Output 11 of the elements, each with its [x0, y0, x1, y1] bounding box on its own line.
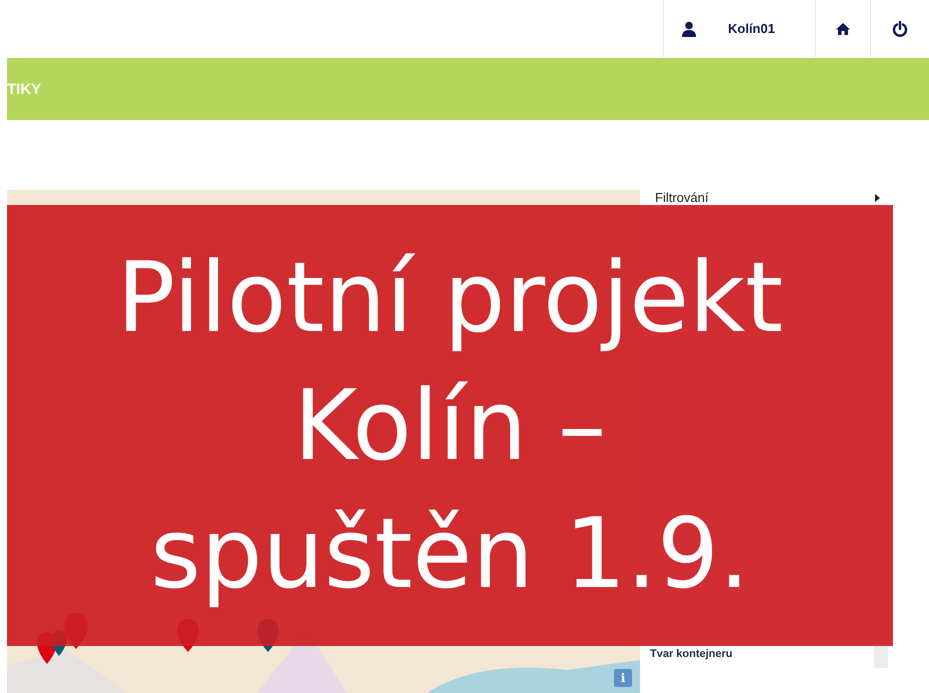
filter-header[interactable]: Filtrování [648, 190, 898, 205]
section-label: Tvar kontejneru [649, 648, 734, 662]
power-icon [892, 20, 908, 36]
home-icon [835, 22, 851, 36]
banner-headline: spuštěn 1.9. [150, 496, 750, 612]
banner-headline: Pilotní projekt [116, 240, 784, 356]
filter-title: Filtrování [655, 190, 708, 205]
caret-icon [875, 194, 880, 202]
banner-headline: Kolín – [294, 368, 606, 484]
user-name[interactable]: Kolín01 [728, 21, 775, 36]
user-icon [682, 20, 696, 36]
